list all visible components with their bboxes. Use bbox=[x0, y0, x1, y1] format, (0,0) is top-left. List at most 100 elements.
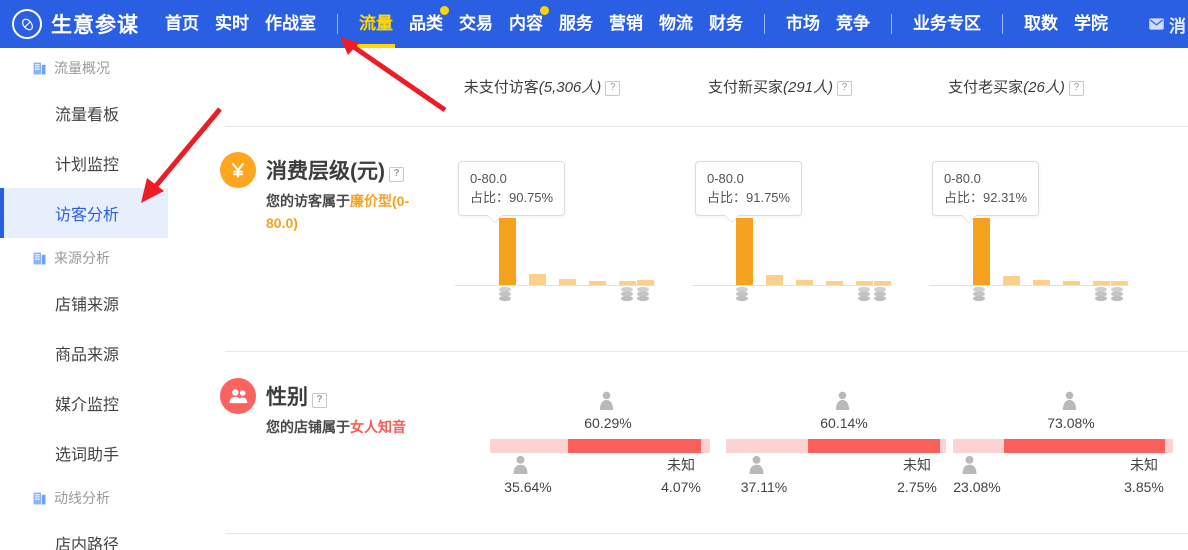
nav-item-market[interactable]: 市场 bbox=[778, 0, 828, 48]
bar-3[interactable] bbox=[826, 281, 843, 285]
help-icon[interactable]: ? bbox=[389, 167, 404, 182]
sidebar-item-product-source[interactable]: 商品来源 bbox=[0, 328, 168, 378]
female-percent: 60.14% bbox=[784, 415, 904, 431]
section-description: 您的店铺属于女人知音 bbox=[266, 416, 416, 438]
gender-chart-new[interactable]: 60.14% 37.11% 未知 2.75% bbox=[726, 391, 946, 501]
nav-label: 流量 bbox=[359, 14, 393, 33]
section-title-text: 性别 bbox=[266, 386, 308, 409]
sidebar-item-keyword-assistant[interactable]: 选词助手 bbox=[0, 428, 168, 478]
nav-group-market: 市场 竞争 bbox=[778, 0, 878, 48]
nav-label: 竞争 bbox=[836, 14, 870, 33]
nav-item-content[interactable]: 内容 bbox=[501, 0, 551, 48]
brand-name: 生意参谋 bbox=[51, 9, 139, 39]
tooltip-share: 占比：91.75% bbox=[707, 188, 790, 207]
column-count: (291人) bbox=[783, 79, 833, 96]
bar-1[interactable] bbox=[766, 275, 783, 285]
gender-chart-returning[interactable]: 73.08% 23.08% 未知 3.85% bbox=[953, 391, 1173, 501]
female-bar-segment[interactable] bbox=[1004, 439, 1165, 453]
nav-item-competition[interactable]: 竞争 bbox=[828, 0, 878, 48]
column-count: (5,306人) bbox=[539, 79, 602, 96]
bar-1[interactable] bbox=[529, 274, 546, 285]
coin-stacks-icon bbox=[635, 285, 651, 308]
nav-item-academy[interactable]: 学院 bbox=[1066, 0, 1116, 48]
nav-item-realtime[interactable]: 实时 bbox=[207, 0, 257, 48]
people-icon bbox=[220, 378, 256, 414]
female-icon bbox=[1061, 391, 1078, 416]
tooltip-consumption-unpaid: 0-80.0 占比：90.75% bbox=[458, 161, 565, 216]
female-icon bbox=[834, 391, 851, 416]
coin-stacks-icon bbox=[872, 285, 888, 308]
nav-item-category[interactable]: 品类 bbox=[401, 0, 451, 48]
nav-group-tools: 取数 学院 bbox=[1016, 0, 1116, 48]
nav-item-logistics[interactable]: 物流 bbox=[651, 0, 701, 48]
sidebar-item-label: 媒介监控 bbox=[55, 391, 119, 415]
section-description: 您的访客属于廉价型(0-80.0) bbox=[266, 190, 416, 234]
bar-0[interactable] bbox=[973, 218, 990, 285]
tooltip-range: 0-80.0 bbox=[944, 169, 1027, 188]
nav-item-data-fetch[interactable]: 取数 bbox=[1016, 0, 1066, 48]
bar-0[interactable] bbox=[736, 218, 753, 285]
sidebar-item-shop-source[interactable]: 店铺来源 bbox=[0, 278, 168, 328]
nav-item-finance[interactable]: 财务 bbox=[701, 0, 751, 48]
column-count: (26人) bbox=[1023, 79, 1065, 96]
bar-1[interactable] bbox=[1003, 276, 1020, 285]
compass-icon bbox=[12, 9, 42, 39]
gender-chart-unpaid[interactable]: 60.29% 35.64% 未知 4.07% bbox=[490, 391, 710, 501]
sidebar-group-source-analysis: 来源分析 bbox=[0, 238, 168, 278]
nav-item-marketing[interactable]: 营销 bbox=[601, 0, 651, 48]
help-icon[interactable]: ? bbox=[312, 393, 327, 408]
sidebar-item-media-monitor[interactable]: 媒介监控 bbox=[0, 378, 168, 428]
bar-3[interactable] bbox=[589, 281, 606, 285]
sidebar-item-in-store-path[interactable]: 店内路径 bbox=[0, 518, 168, 550]
tooltip-share: 占比：90.75% bbox=[470, 188, 553, 207]
column-label: 支付老买家 bbox=[948, 79, 1023, 96]
top-navigation-bar: 生意参谋 首页 实时 作战室 流量 品类 交易 bbox=[0, 0, 1188, 48]
bar-2[interactable] bbox=[1033, 280, 1050, 285]
nav-divider bbox=[891, 14, 892, 34]
sidebar-item-label: 访客分析 bbox=[55, 201, 119, 225]
nav-item-home[interactable]: 首页 bbox=[157, 0, 207, 48]
nav-divider bbox=[764, 14, 765, 34]
help-icon[interactable]: ? bbox=[837, 81, 852, 96]
message-label[interactable]: 消 bbox=[1169, 12, 1186, 37]
nav-label: 物流 bbox=[659, 14, 693, 33]
brand[interactable]: 生意参谋 bbox=[0, 9, 139, 39]
divider-bottom bbox=[225, 533, 1188, 534]
sidebar-item-visitor-analysis[interactable]: 访客分析 bbox=[0, 188, 168, 238]
nav-label: 取数 bbox=[1024, 14, 1058, 33]
divider-middle bbox=[225, 351, 1188, 352]
column-headers: 未支付访客(5,306人)? 支付新买家(291人)? 支付老买家(26人)? bbox=[168, 76, 1188, 100]
help-icon[interactable]: ? bbox=[605, 81, 620, 96]
description-highlight: 女人知音 bbox=[350, 419, 406, 435]
nav-item-business-zone[interactable]: 业务专区 bbox=[905, 0, 989, 48]
bar-2[interactable] bbox=[796, 280, 813, 285]
male-percent: 35.64% bbox=[490, 479, 566, 495]
unknown-percent: 4.07% bbox=[646, 479, 716, 495]
gender-bar-track bbox=[726, 439, 946, 453]
main-content: 未支付访客(5,306人)? 支付新买家(291人)? 支付老买家(26人)? bbox=[168, 48, 1188, 550]
bar-0[interactable] bbox=[499, 218, 516, 285]
sidebar-group-path-analysis: 动线分析 bbox=[0, 478, 168, 518]
nav-item-warroom[interactable]: 作战室 bbox=[257, 0, 324, 48]
female-bar-segment[interactable] bbox=[568, 439, 701, 453]
bar-chart-consumption-returning[interactable] bbox=[929, 218, 1129, 308]
help-icon[interactable]: ? bbox=[1069, 81, 1084, 96]
active-indicator-bar bbox=[0, 188, 4, 238]
coin-stacks-icon bbox=[619, 285, 635, 308]
nav-label: 实时 bbox=[215, 14, 249, 33]
nav-item-service[interactable]: 服务 bbox=[551, 0, 601, 48]
nav-item-traffic[interactable]: 流量 bbox=[351, 0, 401, 48]
bar-2[interactable] bbox=[559, 279, 576, 285]
bar-chart-consumption-unpaid[interactable] bbox=[455, 218, 655, 308]
female-bar-segment[interactable] bbox=[808, 439, 940, 453]
report-icon bbox=[33, 62, 46, 75]
bar-3[interactable] bbox=[1063, 281, 1080, 285]
envelope-icon[interactable] bbox=[1149, 18, 1164, 30]
nav-item-transaction[interactable]: 交易 bbox=[451, 0, 501, 48]
sidebar-item-plan-monitor[interactable]: 计划监控 bbox=[0, 138, 168, 188]
sidebar-item-traffic-board[interactable]: 流量看板 bbox=[0, 88, 168, 138]
bar-chart-consumption-new[interactable] bbox=[692, 218, 892, 308]
coin-stack-icon bbox=[971, 285, 987, 308]
coin-stack-icon bbox=[497, 285, 513, 308]
sidebar-item-label: 店内路径 bbox=[55, 531, 119, 550]
